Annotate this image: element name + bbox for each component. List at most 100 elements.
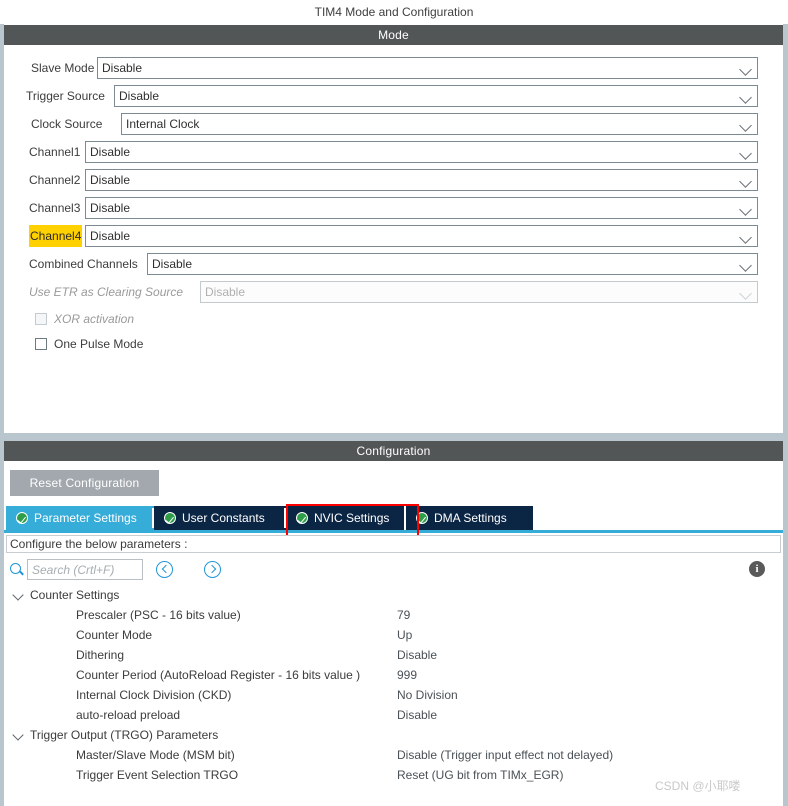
- chevron-down-icon: [735, 282, 757, 302]
- tree-parameter-row[interactable]: Dithering Disable: [6, 645, 781, 665]
- chevron-down-icon: [735, 226, 757, 246]
- mode-panel: Slave Mode Disable Trigger Source Disable Cl…: [4, 45, 783, 433]
- checkbox-label: XOR activation: [54, 312, 135, 326]
- mode-row-dropdown[interactable]: Disable: [97, 57, 758, 79]
- tree-parameter-row[interactable]: Prescaler (PSC - 16 bits value) 79: [6, 605, 781, 625]
- info-icon[interactable]: i: [749, 561, 765, 577]
- mode-row-dropdown[interactable]: Internal Clock: [121, 113, 758, 135]
- mode-row-dropdown[interactable]: Disable: [147, 253, 758, 275]
- check-circle-icon: [16, 512, 28, 524]
- tree-parameter-value[interactable]: No Division: [397, 685, 458, 705]
- mode-row-value: Disable: [90, 201, 131, 215]
- watermark: CSDN @小耶喽: [655, 779, 741, 793]
- tree-parameter-row[interactable]: auto-reload preload Disable: [6, 705, 781, 725]
- tree-parameter-label: Dithering: [76, 648, 125, 662]
- search-toolbar: [6, 558, 781, 582]
- mode-row-label: Channel4: [29, 225, 83, 247]
- tree-parameter-label: Internal Clock Division (CKD): [76, 688, 232, 702]
- mode-row: Combined Channels Disable: [5, 253, 784, 275]
- tree-group-label: Counter Settings: [30, 588, 120, 602]
- tree-group-row[interactable]: Counter Settings: [6, 585, 781, 605]
- mode-row-label: Clock Source: [31, 117, 103, 131]
- check-circle-icon: [416, 512, 428, 524]
- tab-separator: [284, 508, 286, 528]
- mode-row: Slave Mode Disable: [5, 57, 784, 79]
- mode-row-value: Disable: [205, 285, 246, 299]
- chevron-down-icon: [735, 254, 757, 274]
- mode-row-dropdown[interactable]: Disable: [85, 169, 758, 191]
- tree-parameter-value[interactable]: Disable: [397, 705, 437, 725]
- panel-divider: [0, 433, 788, 441]
- tree-parameter-row[interactable]: Counter Period (AutoReload Register - 16…: [6, 665, 781, 685]
- chevron-down-icon: [735, 198, 757, 218]
- mode-row-label: Channel1: [29, 145, 81, 159]
- tree-parameter-label: auto-reload preload: [76, 708, 181, 722]
- tree-parameter-value[interactable]: 79: [397, 605, 410, 625]
- mode-row-dropdown[interactable]: Disable: [85, 197, 758, 219]
- mode-row: Channel4 Disable: [5, 225, 784, 247]
- checkbox-icon[interactable]: [35, 338, 47, 350]
- search-icon: [10, 563, 21, 574]
- tab-user-constants[interactable]: User Constants: [154, 506, 286, 530]
- mode-row-value: Disable: [90, 145, 131, 159]
- mode-row-label: Use ETR as Clearing Source: [29, 285, 184, 299]
- tab-underline: [4, 530, 783, 533]
- tree-parameter-label: Prescaler (PSC - 16 bits value): [76, 608, 241, 622]
- tree-parameter-label: Trigger Event Selection TRGO: [76, 768, 239, 782]
- tab-dma-settings[interactable]: DMA Settings: [406, 506, 533, 530]
- app-root: TIM4 Mode and Configuration Mode Slave M…: [0, 0, 788, 806]
- mode-row-value: Disable: [90, 229, 131, 243]
- mode-row-label: Combined Channels: [29, 257, 138, 271]
- mode-row: Use ETR as Clearing Source Disable: [5, 281, 784, 303]
- mode-row-label: Channel3: [29, 201, 81, 215]
- reset-configuration-button[interactable]: Reset Configuration: [10, 470, 159, 496]
- mode-row-value: Disable: [90, 173, 131, 187]
- tree-parameter-row[interactable]: Counter Mode Up: [6, 625, 781, 645]
- chevron-down-icon: [735, 142, 757, 162]
- tree-group-row[interactable]: Trigger Output (TRGO) Parameters: [6, 725, 781, 745]
- tab-parameter-settings[interactable]: Parameter Settings: [6, 506, 154, 530]
- search-input[interactable]: [27, 559, 143, 580]
- chevron-right-icon[interactable]: [204, 561, 221, 578]
- check-circle-icon: [164, 512, 176, 524]
- mode-checkbox-row[interactable]: One Pulse Mode: [35, 334, 143, 354]
- page-title: TIM4 Mode and Configuration: [0, 0, 788, 24]
- mode-row-value: Internal Clock: [126, 117, 200, 131]
- mode-row: Trigger Source Disable: [5, 85, 784, 107]
- tree-parameter-value[interactable]: Reset (UG bit from TIMx_EGR): [397, 765, 563, 785]
- tree-parameter-value[interactable]: Disable (Trigger input effect not delaye…: [397, 745, 613, 765]
- configuration-section-header: Configuration: [4, 441, 783, 461]
- mode-row: Clock Source Internal Clock: [5, 113, 784, 135]
- chevron-down-icon: [735, 58, 757, 78]
- mode-row: Channel3 Disable: [5, 197, 784, 219]
- mode-row-label: Slave Mode: [31, 61, 95, 75]
- chevron-left-icon[interactable]: [156, 561, 173, 578]
- chevron-down-icon[interactable]: [14, 731, 23, 740]
- mode-row-label: Channel2: [29, 173, 81, 187]
- check-circle-icon: [296, 512, 308, 524]
- tree-parameter-value[interactable]: Up: [397, 625, 412, 645]
- chevron-down-icon[interactable]: [14, 591, 23, 600]
- tab-nvic-settings[interactable]: NVIC Settings: [286, 506, 404, 530]
- mode-row-dropdown[interactable]: Disable: [85, 141, 758, 163]
- mode-row-value: Disable: [119, 89, 160, 103]
- tree-parameter-value[interactable]: Disable: [397, 645, 437, 665]
- mode-row-label: Trigger Source: [26, 89, 105, 103]
- tree-parameter-row[interactable]: Master/Slave Mode (MSM bit) Disable (Trig…: [6, 745, 781, 765]
- mode-section-header: Mode: [4, 25, 783, 45]
- mode-row-dropdown[interactable]: Disable: [85, 225, 758, 247]
- parameter-tree: Counter Settings Prescaler (PSC - 16 bits…: [6, 585, 781, 800]
- mode-row: Channel2 Disable: [5, 169, 784, 191]
- tree-parameter-label: Counter Period (AutoReload Register - 16…: [76, 668, 361, 682]
- chevron-down-icon: [735, 86, 757, 106]
- mode-row: Channel1 Disable: [5, 141, 784, 163]
- tree-parameter-label: Counter Mode: [76, 628, 153, 642]
- tree-parameter-label: Master/Slave Mode (MSM bit): [76, 748, 235, 762]
- configuration-tabstrip: Parameter Settings User Constants NVIC Set…: [4, 506, 783, 530]
- checkbox-icon: [35, 313, 47, 325]
- tree-group-label: Trigger Output (TRGO) Parameters: [30, 728, 219, 742]
- mode-row-dropdown[interactable]: Disable: [114, 85, 758, 107]
- tree-parameter-row[interactable]: Internal Clock Division (CKD) No Division: [6, 685, 781, 705]
- chevron-down-icon: [735, 170, 757, 190]
- tree-parameter-value[interactable]: 999: [397, 665, 417, 685]
